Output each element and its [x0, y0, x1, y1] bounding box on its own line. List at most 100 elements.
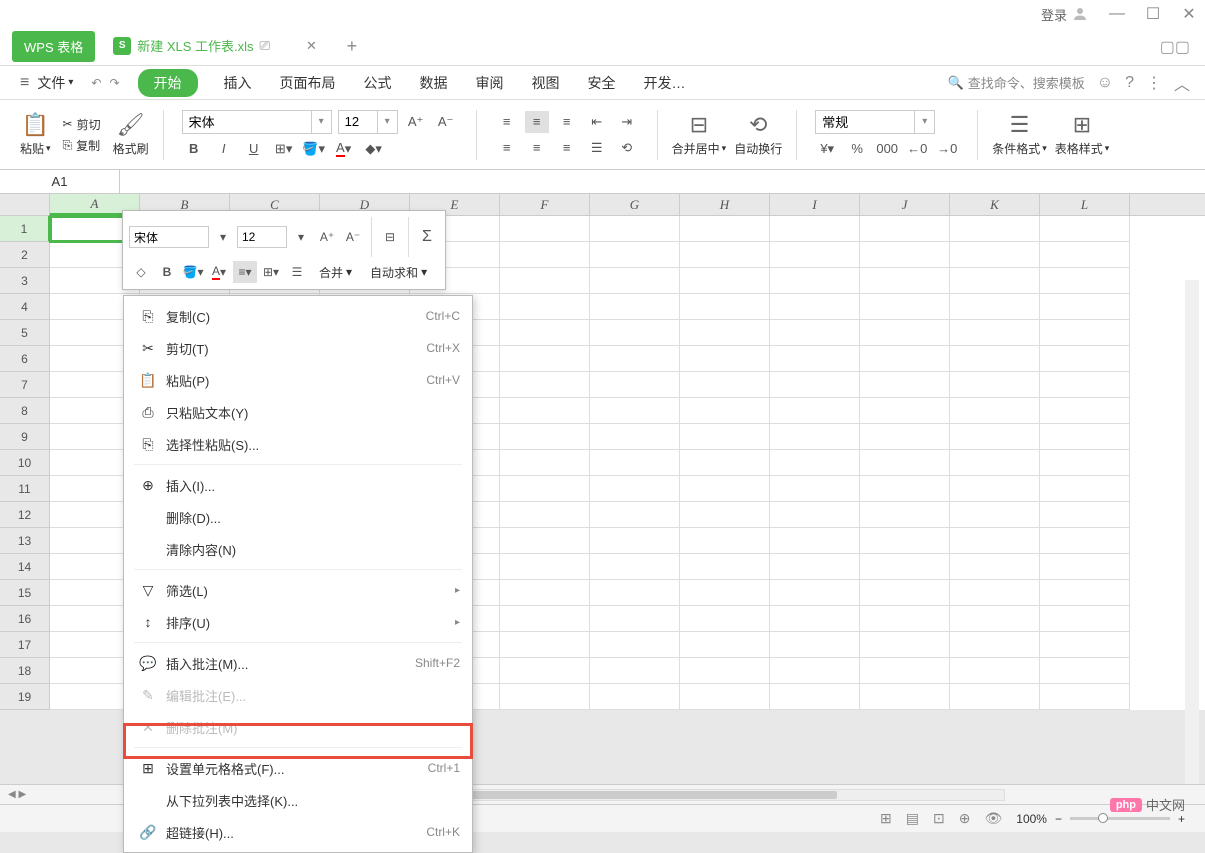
tab-view[interactable]: 视图 [532, 73, 560, 93]
ctx-format-cells[interactable]: ⊞设置单元格格式(F)...Ctrl+1 [124, 752, 472, 784]
ctx-insert[interactable]: ⊕插入(I)... [124, 469, 472, 501]
login-button[interactable]: 登录 [1041, 5, 1089, 24]
table-style-label[interactable]: 表格样式▾ [1055, 140, 1110, 157]
ctx-paste-text[interactable]: ⎙只粘贴文本(Y) [124, 396, 472, 428]
column-header-j[interactable]: J [860, 194, 950, 215]
row-header-3[interactable]: 3 [0, 268, 50, 294]
ctx-cut[interactable]: ✂剪切(T)Ctrl+X [124, 332, 472, 364]
chevron-down-icon[interactable]: ▾ [915, 110, 935, 134]
fill-color-icon[interactable]: 🪣▾ [181, 261, 205, 283]
font-size-select[interactable]: ▾ [338, 110, 398, 134]
align-right-icon[interactable]: ≡ [555, 137, 579, 159]
row-header-11[interactable]: 11 [0, 476, 50, 502]
autosum-button[interactable]: 自动求和▾ [362, 264, 435, 281]
more-icon[interactable]: ⋮ [1146, 73, 1162, 93]
align-icon[interactable]: ≡▾ [233, 261, 257, 283]
format-icon[interactable]: ☰ [285, 261, 309, 283]
row-header-6[interactable]: 6 [0, 346, 50, 372]
undo-icon[interactable]: ↶ [91, 76, 101, 90]
highlight-button[interactable]: ◆▾ [362, 138, 386, 160]
italic-button[interactable]: I [212, 138, 236, 160]
column-header-k[interactable]: K [950, 194, 1040, 215]
reading-mode-icon[interactable]: ⊕ [959, 810, 971, 827]
wrap-label[interactable]: 自动换行 [734, 140, 782, 157]
file-menu[interactable]: 文件 ▾ [37, 73, 73, 93]
ctx-delete[interactable]: 删除(D)... [124, 501, 472, 533]
align-center-icon[interactable]: ≡ [525, 137, 549, 159]
format-painter-icon[interactable]: 🖌 [117, 112, 145, 138]
ctx-filter[interactable]: ▽筛选(L)▸ [124, 574, 472, 606]
comma-icon[interactable]: 000 [875, 138, 899, 160]
row-header-15[interactable]: 15 [0, 580, 50, 606]
ctx-copy[interactable]: ⎘复制(C)Ctrl+C [124, 300, 472, 332]
view-page-icon[interactable]: ▤ [906, 810, 919, 827]
font-name-select[interactable]: ▾ [182, 110, 332, 134]
bold-button[interactable]: B [155, 261, 179, 283]
tab-data[interactable]: 数据 [420, 73, 448, 93]
conditional-format-icon[interactable]: ☰ [1010, 112, 1030, 138]
row-header-1[interactable]: 1 [0, 216, 50, 242]
row-header-13[interactable]: 13 [0, 528, 50, 554]
row-header-8[interactable]: 8 [0, 398, 50, 424]
collapse-icon[interactable]: ︿ [1174, 71, 1190, 95]
align-middle-icon[interactable]: ≡ [525, 111, 549, 133]
chevron-down-icon[interactable]: ▾ [312, 110, 332, 134]
underline-button[interactable]: U [242, 138, 266, 160]
search-box[interactable]: 🔍 查找命令、搜索模板 [948, 73, 1085, 92]
row-header-7[interactable]: 7 [0, 372, 50, 398]
font-size-input[interactable] [338, 110, 378, 134]
decrease-font-icon[interactable]: A⁻ [434, 111, 458, 133]
maximize-icon[interactable]: ☐ [1145, 6, 1161, 22]
ctx-paste[interactable]: 📋粘贴(P)Ctrl+V [124, 364, 472, 396]
zoom-value[interactable]: 100% [1016, 812, 1047, 826]
format-painter-label[interactable]: 格式刷 [113, 140, 149, 157]
ctx-clear[interactable]: 清除内容(N) [124, 533, 472, 565]
vertical-scrollbar[interactable] [1185, 280, 1199, 784]
eye-icon[interactable]: 👁 [984, 810, 1002, 827]
orientation-icon[interactable]: ⟲ [615, 137, 639, 159]
column-header-i[interactable]: I [770, 194, 860, 215]
row-header-5[interactable]: 5 [0, 320, 50, 346]
tab-developer[interactable]: 开发… [644, 73, 686, 93]
row-header-16[interactable]: 16 [0, 606, 50, 632]
tab-start[interactable]: 开始 [138, 69, 198, 97]
chat-icon[interactable]: ☺ [1097, 74, 1113, 92]
wps-badge[interactable]: WPS 表格 [12, 31, 95, 62]
chevron-down-icon[interactable]: ▾ [211, 226, 235, 248]
tab-security[interactable]: 安全 [588, 73, 616, 93]
row-header-19[interactable]: 19 [0, 684, 50, 710]
fill-color-button[interactable]: 🪣▾ [302, 138, 326, 160]
row-header-14[interactable]: 14 [0, 554, 50, 580]
row-header-10[interactable]: 10 [0, 450, 50, 476]
share-icon[interactable]: ⎚ [260, 38, 270, 54]
redo-icon[interactable]: ↷ [109, 76, 119, 90]
hscroll-thumb[interactable] [437, 791, 837, 799]
merge-icon[interactable]: ⊟ [378, 226, 402, 248]
clear-icon[interactable]: ◇ [129, 261, 153, 283]
mini-size-input[interactable] [237, 226, 287, 248]
window-layout-icon[interactable]: ▢▢ [1160, 37, 1190, 57]
copy-button[interactable]: ⎘ 复制 [63, 137, 101, 154]
mini-font-input[interactable] [129, 226, 209, 248]
sheet-nav[interactable]: ◀ ▶ [0, 789, 34, 800]
select-all-corner[interactable] [0, 194, 50, 215]
view-normal-icon[interactable]: ⊞ [880, 810, 892, 827]
column-header-l[interactable]: L [1040, 194, 1130, 215]
font-color-button[interactable]: A▾ [332, 138, 356, 160]
help-icon[interactable]: ? [1125, 74, 1134, 92]
table-style-icon[interactable]: ⊞ [1073, 112, 1091, 138]
ctx-paste-special[interactable]: ⎘选择性粘贴(S)... [124, 428, 472, 460]
tab-review[interactable]: 审阅 [476, 73, 504, 93]
cell-reference[interactable]: A1 [0, 170, 120, 193]
cut-button[interactable]: ✂ 剪切 [63, 116, 101, 133]
row-header-17[interactable]: 17 [0, 632, 50, 658]
border-icon[interactable]: ⊞▾ [259, 261, 283, 283]
add-tab-button[interactable]: + [337, 32, 367, 62]
close-icon[interactable]: ✕ [1181, 6, 1197, 22]
font-color-icon[interactable]: A▾ [207, 261, 231, 283]
paste-icon[interactable]: 📋 [22, 112, 49, 138]
merge-label[interactable]: 合并居中▾ [672, 140, 727, 157]
zoom-out-icon[interactable]: − [1055, 812, 1062, 826]
indent-decrease-icon[interactable]: ⇤ [585, 111, 609, 133]
bold-button[interactable]: B [182, 138, 206, 160]
